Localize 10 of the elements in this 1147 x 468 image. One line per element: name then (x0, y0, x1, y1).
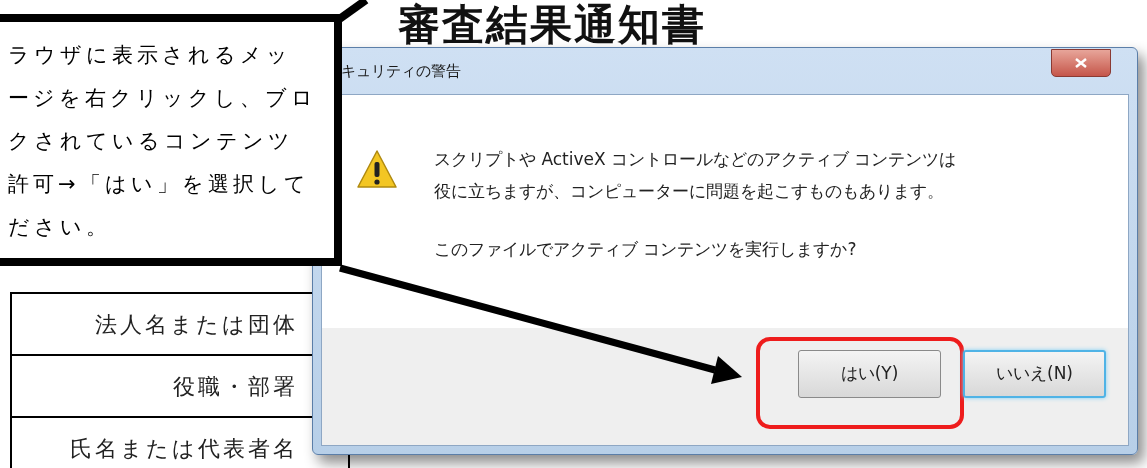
window-title: キュリティの警告 (341, 60, 461, 82)
callout-text: ラウザに表示されるメッ ージを右クリックし、ブロ クされているコンテンツ 許可→「はい」を選択して ださい。 (8, 42, 318, 241)
close-icon (1075, 58, 1087, 68)
dialog-button[interactable]: はい(Y) (798, 350, 941, 398)
close-button[interactable] (1051, 49, 1111, 77)
document-title: 審査結果通知書 (398, 4, 706, 46)
warning-message: スクリプトや ActiveX コントロールなどのアクティブ コンテンツは 役に立ちますが、コンピューターに問題を起こすものもあります。 (434, 148, 957, 203)
warning-icon (356, 149, 398, 189)
confirmation-question: このファイルでアクティブ コンテンツを実行しますか? (434, 238, 858, 261)
dialog-button[interactable]: いいえ(N) (963, 350, 1106, 398)
